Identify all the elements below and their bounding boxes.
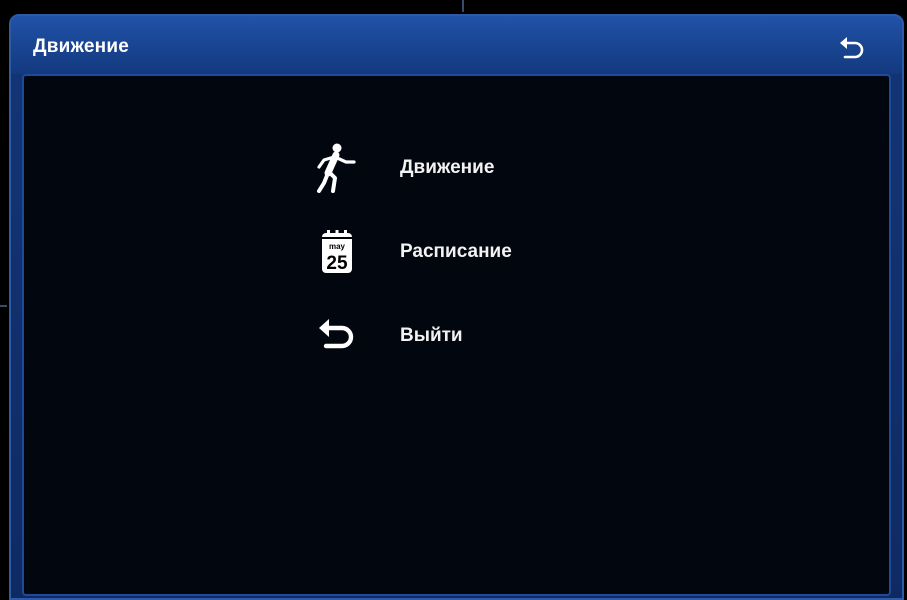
screen: Движение Движение may 25 Расписание Выйт… xyxy=(0,0,907,600)
walking-person-icon xyxy=(314,143,360,193)
divider-line xyxy=(0,305,7,307)
calendar-day: 25 xyxy=(326,253,348,274)
menu-item-label: Движение xyxy=(400,157,495,178)
menu-item-motion[interactable]: Движение xyxy=(314,126,634,210)
menu-item-label: Выйти xyxy=(400,325,463,346)
motion-window: Движение Движение may 25 Расписание Выйт… xyxy=(9,14,904,600)
return-arrow-icon xyxy=(314,311,360,361)
calendar-month: may xyxy=(329,242,346,251)
calendar-icon: may 25 xyxy=(314,227,360,277)
menu-list: Движение may 25 Расписание Выйти xyxy=(314,126,634,378)
menu-item-label: Расписание xyxy=(400,241,512,262)
window-title: Движение xyxy=(33,36,130,57)
menu-item-schedule[interactable]: may 25 Расписание xyxy=(314,210,634,294)
title-bar: Движение xyxy=(11,16,902,74)
content-panel: Движение may 25 Расписание Выйти xyxy=(22,74,891,596)
return-arrow-icon[interactable] xyxy=(838,34,866,60)
divider-line xyxy=(462,0,464,12)
menu-item-exit[interactable]: Выйти xyxy=(314,294,634,378)
